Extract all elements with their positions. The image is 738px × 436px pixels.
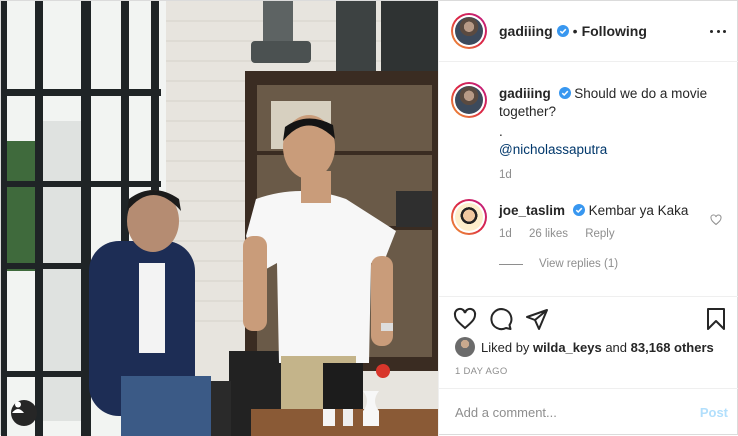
caption-username[interactable]: gadiiing [499,86,551,101]
photo-illustration [1,1,438,436]
post-comment-button[interactable]: Post [700,405,728,420]
comments-list[interactable]: gadiiing Should we do a movie together? … [439,62,738,296]
post-timestamp[interactable]: 1 DAY AGO [455,366,508,377]
caption: gadiiing Should we do a movie together? … [451,82,726,181]
comment-age[interactable]: 1d [499,228,512,240]
user-tag-icon[interactable] [11,400,37,426]
comment-icon[interactable] [489,307,513,331]
caption-avatar[interactable] [451,82,487,118]
commenter-username[interactable]: joe_taslim [499,203,565,218]
post-sidebar: gadiiing • Following gadiiing Should we … [438,1,738,436]
action-bar [439,296,738,337]
header-separator: • [572,23,578,39]
comment-likes[interactable]: 26 likes [529,228,568,240]
post-header: gadiiing • Following [439,1,738,62]
post-photo[interactable] [1,1,438,436]
likes-others[interactable]: 83,168 others [631,340,714,355]
share-icon[interactable] [525,307,549,331]
likes-prefix: Liked by [481,339,530,355]
instagram-post: gadiiing • Following gadiiing Should we … [0,0,738,436]
verified-icon [556,25,569,37]
more-options-icon[interactable] [710,23,726,39]
view-replies-button[interactable]: View replies (1) [451,258,726,270]
comment-input[interactable] [455,405,700,420]
bookmark-icon[interactable] [704,307,728,331]
comment: joe_taslim Kembar ya Kaka 1d 26 likes Re… [451,199,726,240]
reply-button[interactable]: Reply [585,228,614,240]
caption-age[interactable]: 1d [499,169,512,181]
verified-icon [572,204,585,216]
liker-username[interactable]: wilda_keys [533,340,602,355]
comment-like-heart-icon[interactable] [710,214,722,226]
likes-summary: Liked by wilda_keys and 83,168 others [455,337,714,357]
verified-icon [558,87,571,99]
author-avatar[interactable] [451,13,487,49]
add-comment-bar: Post [439,388,738,436]
likes-and: and [605,339,628,355]
liker-avatar[interactable] [455,337,475,357]
comment-text: Kembar ya Kaka [588,203,689,218]
commenter-avatar[interactable] [451,199,487,235]
following-button[interactable]: Following [582,23,647,39]
author-username[interactable]: gadiiing [499,23,553,39]
heart-icon[interactable] [453,307,477,331]
view-replies-label: View replies (1) [539,258,619,270]
caption-dot: . [499,124,503,139]
caption-mention[interactable]: @nicholassaputra [499,141,726,159]
